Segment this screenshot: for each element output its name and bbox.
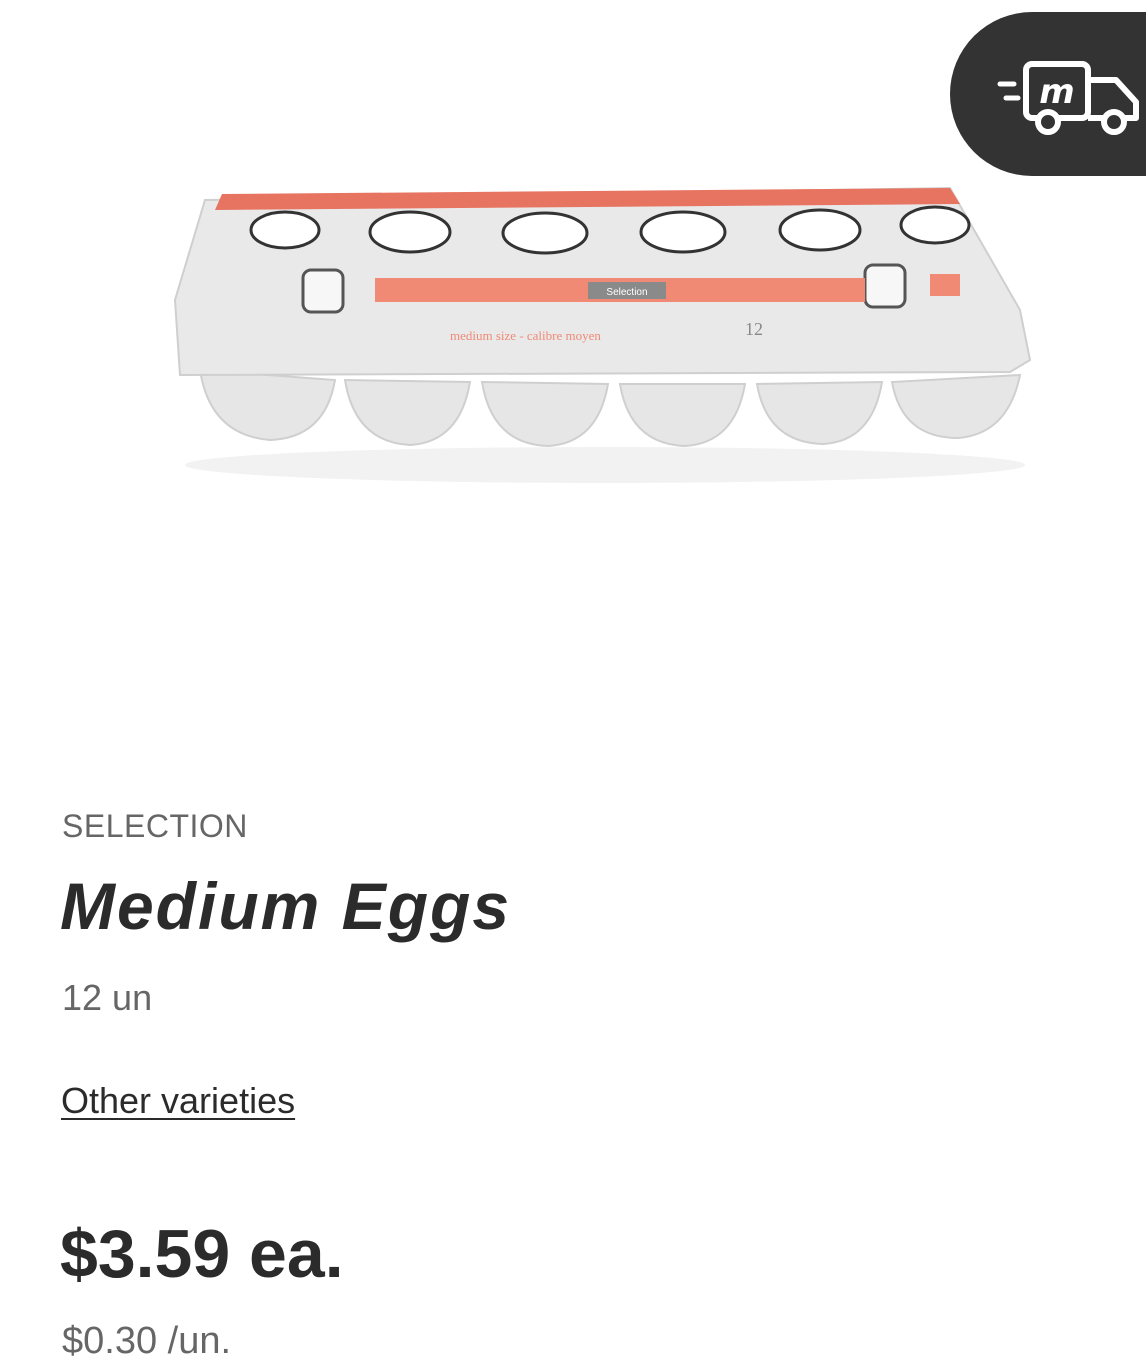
carton-description-text: medium size - calibre moyen <box>450 328 601 343</box>
product-title: Medium Eggs <box>60 869 512 943</box>
delivery-logo-letter: m <box>1039 72 1074 112</box>
carton-size-text: 12 <box>745 319 763 339</box>
egg-carton-image: Selection medium size - calibre moyen 12 <box>173 186 1032 483</box>
other-varieties-link[interactable]: Other varieties <box>61 1080 295 1122</box>
carton-brand-text: Selection <box>606 287 647 298</box>
delivery-badge[interactable]: m <box>950 12 1146 176</box>
product-brand: SELECTION <box>62 808 248 844</box>
delivery-truck-icon: m <box>997 61 1139 135</box>
product-size: 12 un <box>62 977 153 1018</box>
product-price: $3.59 ea. <box>60 1216 344 1292</box>
unit-price: $0.30 /un. <box>62 1320 232 1362</box>
